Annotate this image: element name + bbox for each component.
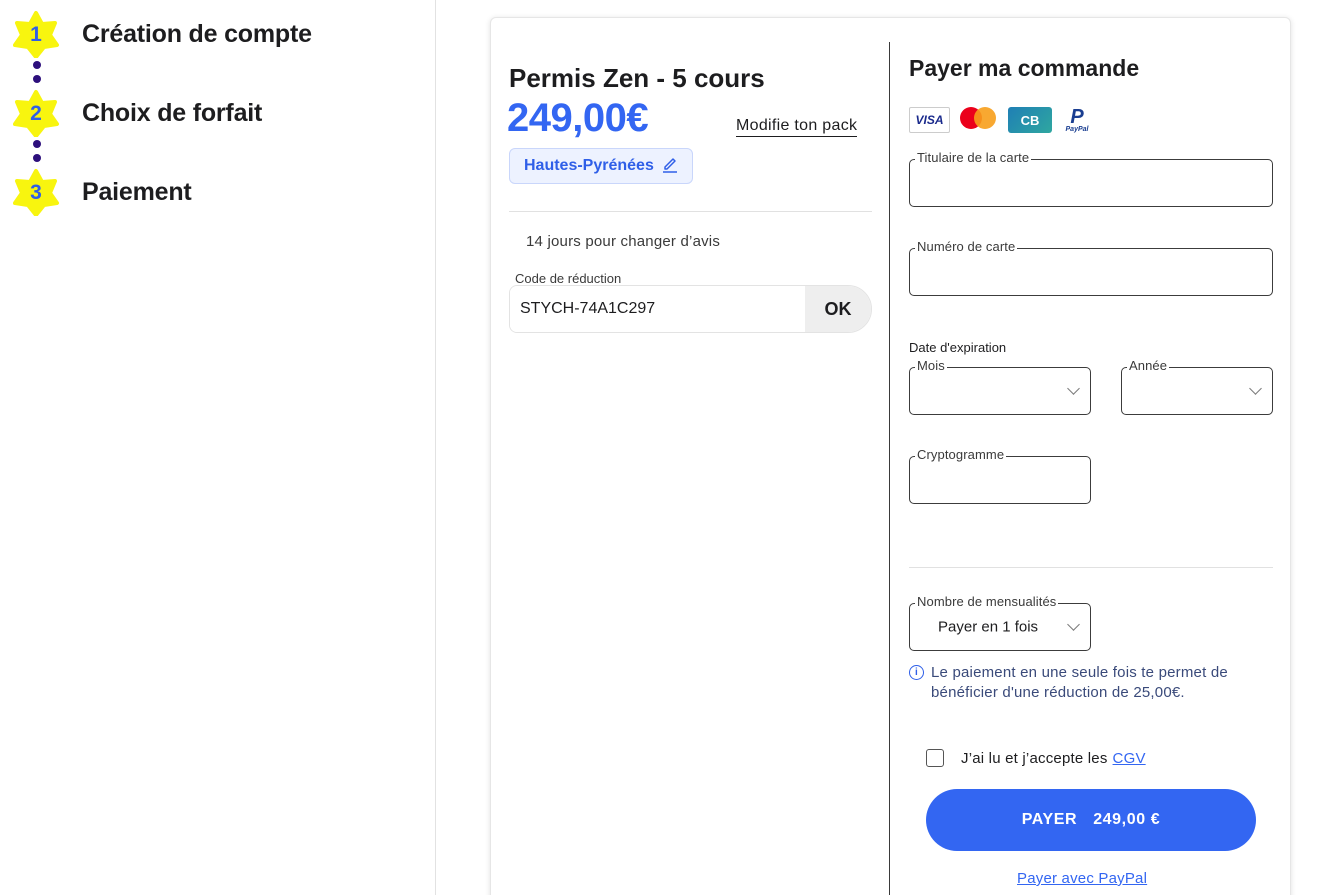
step-plan-choice: 2 Choix de forfait — [12, 89, 262, 137]
discount-info: i Le paiement en une seule fois te perme… — [909, 663, 1279, 703]
discount-info-text: Le paiement en une seule fois te permet … — [931, 664, 1228, 701]
installments-select[interactable]: Nombre de mensualités Payer en 1 fois — [909, 594, 1091, 651]
step-number: 1 — [30, 23, 42, 46]
progress-stepper: 1 Création de compte 2 Choix de forfait … — [0, 0, 436, 895]
modify-pack-link[interactable]: Modifie ton pack — [736, 117, 858, 137]
payment-title: Payer ma commande — [909, 55, 1140, 81]
card-number-input[interactable] — [910, 249, 1272, 295]
visa-logo-icon: VISA — [909, 107, 950, 133]
pack-title: Permis Zen - 5 cours — [509, 63, 765, 93]
cvv-field: Cryptogramme — [909, 447, 1091, 504]
cgv-row: J’ai lu et j’accepte les CGV — [926, 749, 1146, 767]
promo-code-group: OK — [509, 285, 872, 333]
expiry-month-select[interactable]: Mois — [909, 358, 1091, 415]
region-badge[interactable]: Hautes-Pyrénées — [509, 148, 693, 184]
checkout-card: Permis Zen - 5 cours 249,00€ Modifie ton… — [490, 17, 1291, 895]
mastercard-logo-icon — [959, 105, 999, 135]
step-label: Création de compte — [82, 19, 312, 48]
cgv-checkbox[interactable] — [926, 749, 944, 767]
chevron-down-icon — [1067, 382, 1080, 395]
payment-logos: VISA CB P PayPal — [909, 105, 1093, 135]
expiry-year-select[interactable]: Année — [1121, 358, 1273, 415]
info-icon: i — [909, 665, 924, 680]
cb-logo-icon: CB — [1008, 107, 1052, 133]
cgv-link[interactable]: CGV — [1113, 750, 1146, 767]
chevron-down-icon — [1249, 382, 1262, 395]
paypal-logo-icon: P PayPal — [1065, 105, 1089, 133]
promo-ok-button[interactable]: OK — [805, 286, 871, 332]
pay-button-label: PAYER — [1021, 811, 1078, 828]
pay-button-amount: 249,00 € — [1093, 811, 1161, 828]
card-number-label: Numéro de carte — [915, 239, 1018, 254]
cgv-text: J’ai lu et j’accepte les — [961, 749, 1108, 767]
region-name: Hautes-Pyrénées — [524, 157, 654, 174]
step-account-creation: 1 Création de compte — [12, 10, 312, 58]
star-icon: 3 — [12, 168, 60, 216]
pay-with-paypal-link[interactable]: Payer avec PayPal — [1017, 870, 1147, 887]
divider — [909, 567, 1273, 568]
step-number: 3 — [30, 181, 42, 204]
cvv-input[interactable] — [910, 457, 1090, 503]
step-payment: 3 Paiement — [12, 168, 192, 216]
step-label: Paiement — [82, 177, 192, 206]
chevron-down-icon — [1067, 618, 1080, 631]
retraction-note: 14 jours pour changer d’avis — [526, 233, 721, 250]
expiry-label: Date d'expiration — [909, 340, 1007, 355]
star-icon: 1 — [12, 10, 60, 58]
pack-price: 249,00€ — [507, 96, 649, 140]
star-icon: 2 — [12, 89, 60, 137]
step-connector-dot — [33, 140, 41, 148]
edit-pencil-icon — [662, 155, 678, 178]
month-label: Mois — [915, 358, 947, 373]
installments-label: Nombre de mensualités — [915, 594, 1059, 609]
step-connector-dot — [33, 61, 41, 69]
installments-value: Payer en 1 fois — [938, 618, 1039, 636]
card-holder-label: Titulaire de la carte — [915, 150, 1032, 165]
step-number: 2 — [30, 102, 42, 125]
cvv-label: Cryptogramme — [915, 447, 1007, 462]
divider — [509, 211, 872, 212]
promo-code-label: Code de réduction — [515, 271, 622, 286]
promo-code-input[interactable] — [510, 286, 805, 332]
column-divider — [889, 42, 890, 895]
step-connector-dot — [33, 154, 41, 162]
pay-button[interactable]: PAYER 249,00 € — [926, 789, 1256, 851]
step-label: Choix de forfait — [82, 98, 263, 127]
card-holder-input[interactable] — [910, 160, 1272, 206]
year-label: Année — [1127, 358, 1170, 373]
card-holder-field: Titulaire de la carte — [909, 150, 1273, 207]
step-connector-dot — [33, 75, 41, 83]
card-number-field: Numéro de carte — [909, 239, 1273, 296]
